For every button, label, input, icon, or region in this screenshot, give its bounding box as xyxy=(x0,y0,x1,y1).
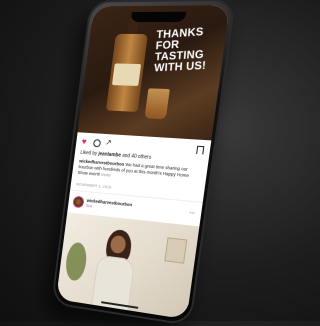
post-image[interactable]: THANKS FOR TASTING WITH US! xyxy=(77,5,231,141)
bottle-label xyxy=(111,63,142,86)
phone-screen: THANKS FOR TASTING WITH US! Liked by jea… xyxy=(56,5,231,320)
avatar[interactable] xyxy=(73,196,84,208)
caption-more-link[interactable]: more xyxy=(101,172,111,178)
comment-icon[interactable] xyxy=(92,139,102,148)
whiskey-glass xyxy=(144,88,170,120)
wall-picture xyxy=(164,237,188,264)
more-options-icon[interactable]: ... xyxy=(189,208,196,216)
likes-suffix[interactable]: and 40 others xyxy=(122,153,152,161)
share-icon[interactable] xyxy=(105,140,113,148)
phone-mockup-scene: THANKS FOR TASTING WITH US! Liked by jea… xyxy=(0,0,272,326)
bookmark-icon[interactable] xyxy=(196,145,205,155)
post-overlay-text: THANKS FOR TASTING WITH US! xyxy=(153,25,207,75)
post-timestamp: NOVEMBER 1, 2019 xyxy=(75,182,112,190)
likes-user[interactable]: jeanlambe xyxy=(98,151,121,158)
likes-prefix: Liked by xyxy=(79,149,98,157)
phone-device: THANKS FOR TASTING WITH US! Liked by jea… xyxy=(51,0,237,326)
plant xyxy=(63,241,89,282)
phone-notch xyxy=(130,11,187,23)
post2-subtitle: Bud xyxy=(85,203,93,209)
heart-icon[interactable] xyxy=(81,138,89,146)
post2-username[interactable]: wickedharvestbourbon xyxy=(86,198,132,207)
